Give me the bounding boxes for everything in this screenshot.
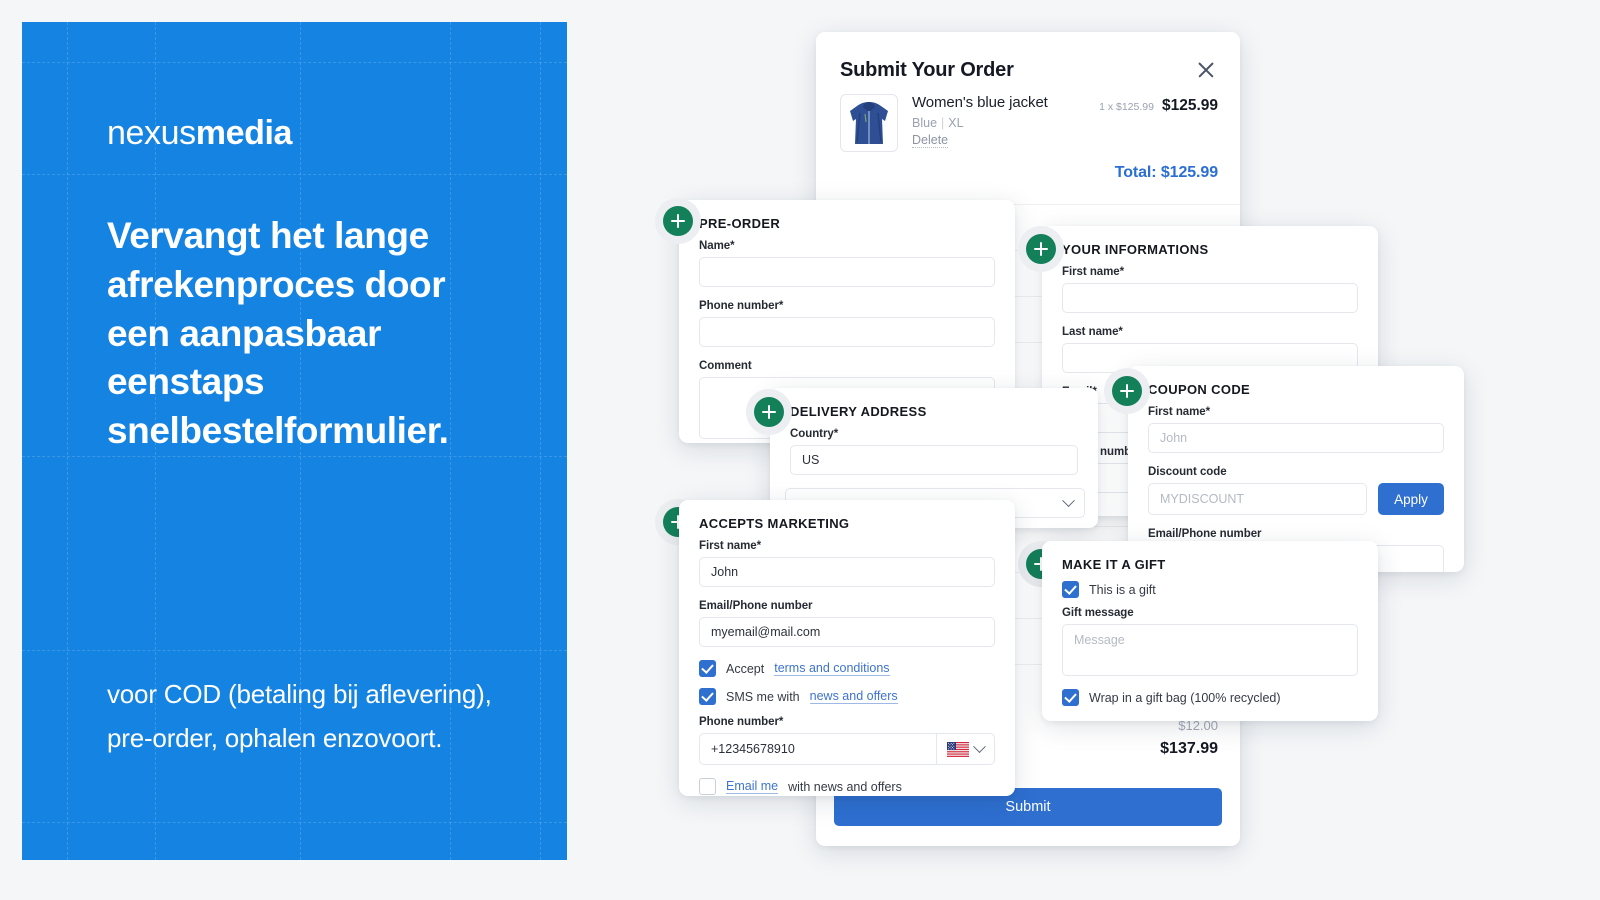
preorder-phone-label: Phone number* (699, 300, 995, 312)
coupon-first-name-label: First name* (1148, 406, 1444, 418)
variant-size: XL (948, 116, 963, 130)
coupon-discount-row: MYDISCOUNT Apply (1148, 483, 1444, 515)
page-title: Submit Your Order (840, 59, 1014, 82)
marketing-phone-label: Phone number* (699, 716, 995, 728)
line-total-price: $125.99 (1162, 97, 1218, 115)
us-flag-icon (947, 742, 969, 757)
marketing-email-phone-input[interactable]: myemail@mail.com (699, 617, 995, 647)
coupon-discount-input[interactable]: MYDISCOUNT (1148, 483, 1367, 515)
plus-icon (663, 206, 693, 236)
brand-logo-bold: media (196, 114, 292, 152)
info-last-name-label: Last name* (1062, 326, 1358, 338)
email-me-row[interactable]: Email me with news and offers (699, 778, 995, 795)
is-gift-row[interactable]: This is a gift (1062, 581, 1358, 598)
order-line-item: Women's blue jacket Blue | XL Delete 1 x $… (840, 94, 1218, 152)
preorder-phone-input[interactable] (699, 317, 995, 347)
is-gift-label: This is a gift (1089, 583, 1156, 597)
news-and-offers-link[interactable]: news and offers (810, 689, 898, 704)
hero-panel: nexusmedia Vervangt het lange afrekenpro… (22, 22, 567, 860)
jacket-illustration (848, 99, 890, 147)
preorder-add-block-icon[interactable] (655, 198, 701, 244)
gift-card-body: This is a gift Gift message Message Wrap… (1062, 581, 1358, 706)
delivery-add-block-icon[interactable] (746, 389, 792, 435)
coupon-first-name-input[interactable]: John (1148, 423, 1444, 453)
preorder-name-label: Name* (699, 240, 995, 252)
email-me-checkbox[interactable] (699, 778, 716, 795)
gift-wrap-row[interactable]: Wrap in a gift bag (100% recycled) (1062, 689, 1358, 706)
accept-terms-checkbox[interactable] (699, 660, 716, 677)
coupon-email-phone-label: Email/Phone number (1148, 528, 1444, 540)
gift-message-label: Gift message (1062, 607, 1358, 619)
hero-subtext: voor COD (betaling bij aflevering), pre-… (107, 672, 532, 760)
sms-optin-prefix: SMS me with (726, 690, 800, 704)
marketing-card-title: ACCEPTS MARKETING (699, 516, 849, 531)
variant-separator: | (941, 116, 944, 130)
apply-coupon-button[interactable]: Apply (1378, 483, 1444, 515)
make-it-a-gift-card: MAKE IT A GIFT This is a gift Gift messa… (1042, 541, 1378, 721)
accept-terms-row[interactable]: Accept terms and conditions (699, 660, 995, 677)
info-first-name-input[interactable] (1062, 283, 1358, 313)
plus-icon (1026, 234, 1056, 264)
line-item-pricing: 1 x $125.99 $125.99 (1099, 94, 1218, 115)
close-icon[interactable] (1194, 58, 1218, 82)
accept-terms-prefix: Accept (726, 662, 764, 676)
brand-logo: nexusmedia (107, 114, 292, 153)
grand-total-amount: $137.99 (1160, 740, 1218, 758)
email-me-suffix: with news and offers (788, 780, 902, 794)
brand-logo-light: nexus (107, 114, 196, 152)
gift-wrap-label: Wrap in a gift bag (100% recycled) (1089, 691, 1281, 705)
informations-add-block-icon[interactable] (1018, 226, 1064, 272)
sms-optin-checkbox[interactable] (699, 688, 716, 705)
informations-card-title: YOUR INFORMATIONS (1062, 242, 1209, 257)
product-variant: Blue | XL (912, 116, 1085, 130)
unit-price: 1 x $125.99 (1099, 101, 1154, 113)
marketing-phone-input[interactable]: +12345678910 (699, 733, 937, 765)
terms-and-conditions-link[interactable]: terms and conditions (774, 661, 889, 676)
is-gift-checkbox[interactable] (1062, 581, 1079, 598)
delivery-card-title: DELIVERY ADDRESS (790, 404, 927, 419)
sms-optin-row[interactable]: SMS me with news and offers (699, 688, 995, 705)
delete-item-link[interactable]: Delete (912, 133, 948, 148)
delivery-country-label: Country* (790, 428, 1078, 440)
accepts-marketing-card: ACCEPTS MARKETING First name* John Email… (679, 500, 1015, 796)
gift-card-title: MAKE IT A GIFT (1062, 557, 1166, 572)
gift-message-textarea[interactable]: Message (1062, 624, 1358, 676)
marketing-email-phone-label: Email/Phone number (699, 600, 995, 612)
marketing-card-body: First name* John Email/Phone number myem… (699, 540, 995, 796)
modal-header: Submit Your Order (840, 58, 1218, 82)
coupon-add-block-icon[interactable] (1104, 368, 1150, 414)
marketing-first-name-label: First name* (699, 540, 995, 552)
marketing-first-name-input[interactable]: John (699, 557, 995, 587)
chevron-down-icon (973, 740, 986, 753)
product-name: Women's blue jacket (912, 94, 1085, 111)
plus-icon (1112, 376, 1142, 406)
gift-wrap-checkbox[interactable] (1062, 689, 1079, 706)
coupon-card-title: COUPON CODE (1148, 382, 1250, 397)
delivery-country-input[interactable]: US (790, 445, 1078, 475)
plus-icon (754, 397, 784, 427)
marketing-phone-group: +12345678910 (699, 733, 995, 765)
variant-color: Blue (912, 116, 937, 130)
coupon-discount-label: Discount code (1148, 466, 1444, 478)
email-me-link[interactable]: Email me (726, 779, 778, 794)
hero-headline: Vervangt het lange afrekenproces door ee… (107, 212, 507, 456)
country-code-select[interactable] (937, 733, 995, 765)
product-thumbnail (840, 94, 898, 152)
preorder-comment-label: Comment (699, 360, 995, 372)
line-item-text: Women's blue jacket Blue | XL Delete (912, 94, 1085, 149)
info-first-name-label: First name* (1062, 266, 1358, 278)
order-total: Total: $125.99 (1115, 164, 1218, 182)
chevron-down-icon (1062, 494, 1075, 507)
screenshot-root: nexusmedia Vervangt het lange afrekenpro… (0, 0, 1600, 900)
preorder-name-input[interactable] (699, 257, 995, 287)
preorder-card-title: PRE-ORDER (699, 216, 780, 231)
